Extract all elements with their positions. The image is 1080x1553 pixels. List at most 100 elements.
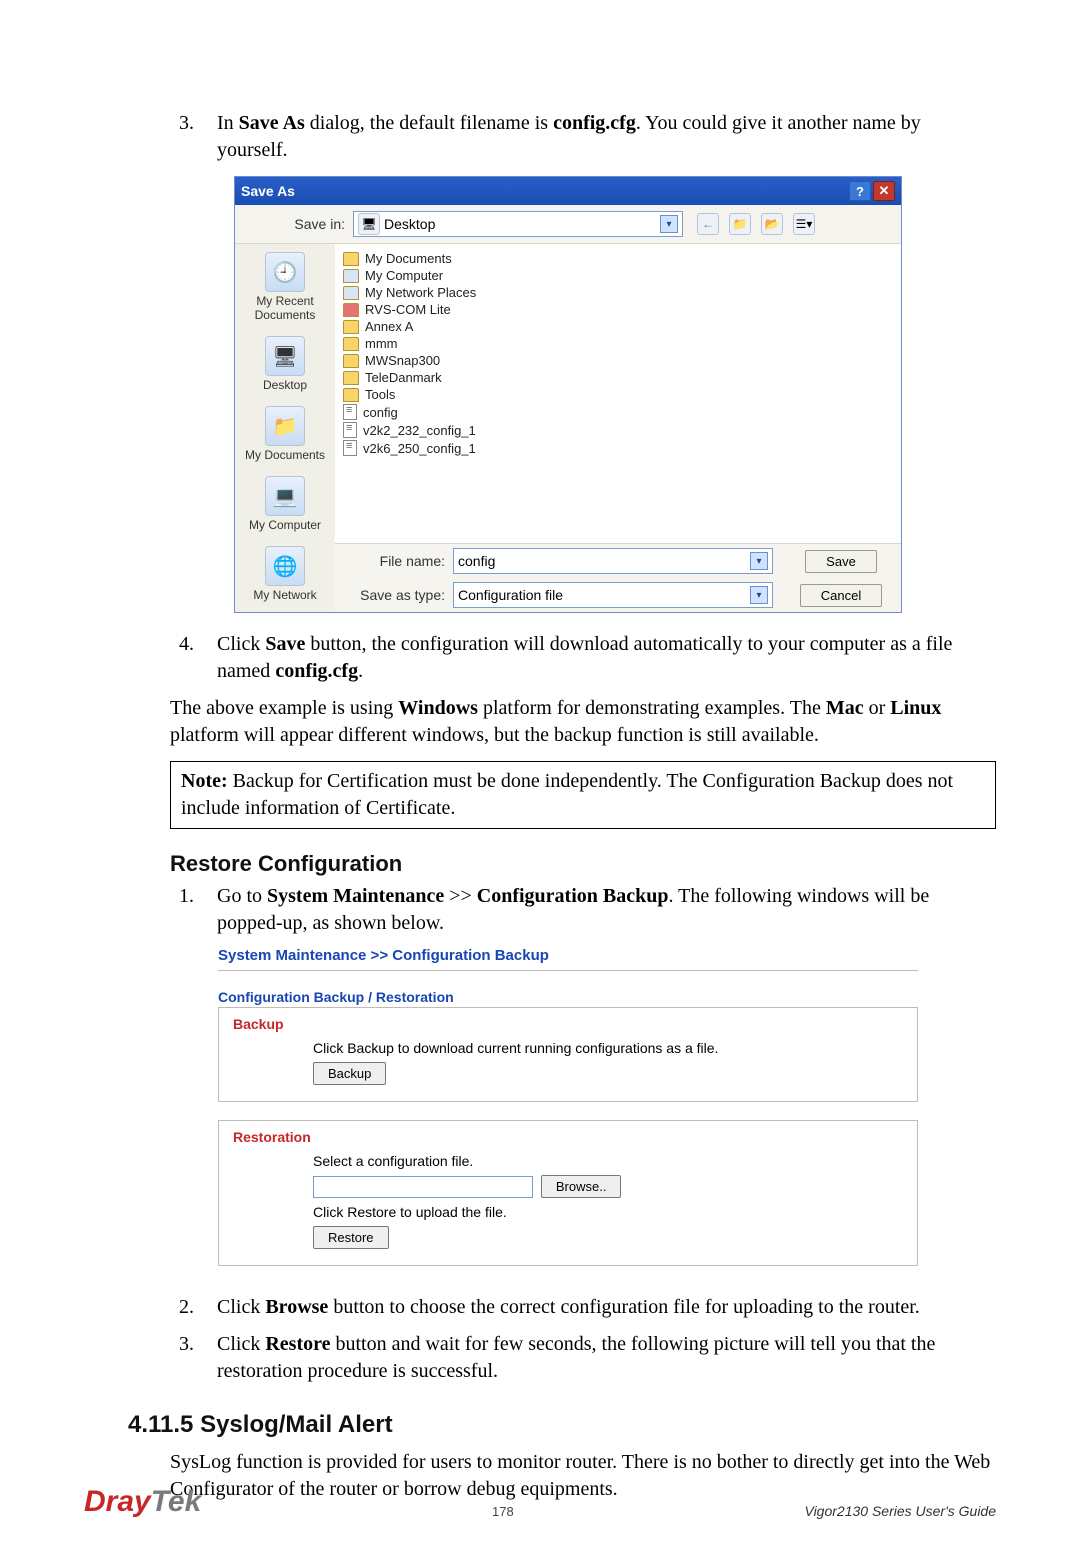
savetype-value: Configuration file	[458, 587, 563, 603]
saveas-dialog: Save As ? ✕ Save in: 🖥 Desktop ▾ ←	[234, 176, 902, 613]
file-row: My Computer	[343, 267, 893, 284]
file-row: Tools	[343, 386, 893, 403]
place-mycomp[interactable]: 💻 My Computer	[235, 476, 335, 542]
chevron-down-icon[interactable]: ▾	[750, 552, 768, 570]
list-item-restore2: Click Browse button to choose the correc…	[199, 1294, 996, 1321]
back-icon[interactable]: ←	[697, 213, 719, 235]
restoration-desc1: Select a configuration file.	[313, 1153, 903, 1169]
file-label: mmm	[365, 336, 398, 351]
close-button[interactable]: ✕	[873, 181, 895, 201]
restore-button[interactable]: Restore	[313, 1226, 389, 1249]
file-label: Tools	[365, 387, 395, 402]
r1-prefix: Go to	[217, 885, 267, 907]
place-desktop-label: Desktop	[235, 378, 335, 392]
step4-bold2: config.cfg	[275, 660, 358, 682]
filename-value: config	[458, 553, 495, 569]
file-label: My Documents	[365, 251, 452, 266]
backup-button[interactable]: Backup	[313, 1062, 386, 1085]
list-item-step3: In Save As dialog, the default filename …	[199, 110, 996, 164]
file-row: Annex A	[343, 318, 893, 335]
file-label: My Network Places	[365, 285, 476, 300]
file-row: v2k2_232_config_1	[343, 421, 893, 439]
ordered-list-restore: Go to System Maintenance >> Configuratio…	[84, 883, 996, 937]
saveas-titlebar: Save As ? ✕	[235, 177, 901, 205]
restoration-body: Select a configuration file. Browse.. Cl…	[313, 1153, 903, 1249]
ordered-list-1: In Save As dialog, the default filename …	[84, 110, 996, 164]
chevron-down-icon[interactable]: ▾	[750, 586, 768, 604]
place-recent[interactable]: 🕘 My Recent Documents	[235, 252, 335, 332]
step4-bold1: Save	[265, 633, 305, 655]
cancel-button[interactable]: Cancel	[800, 584, 882, 607]
list-item-step4: Click Save button, the configuration wil…	[199, 631, 996, 685]
folder-icon	[343, 252, 359, 266]
saveas-main: 🕘 My Recent Documents 🖥 Desktop 📁 My Doc…	[235, 243, 901, 612]
brand-logo: DrayTek	[84, 1485, 201, 1519]
logo-gray: Tek	[151, 1485, 202, 1518]
savein-value: Desktop	[384, 216, 435, 232]
folder-icon	[343, 354, 359, 368]
cfg-subtitle: Configuration Backup / Restoration	[218, 989, 918, 1005]
filename-label: File name:	[345, 553, 453, 569]
r3-prefix: Click	[217, 1333, 265, 1355]
page-number: 178	[492, 1504, 514, 1519]
step3-mid1: dialog, the default filename is	[305, 112, 553, 134]
step4-prefix: Click	[217, 633, 265, 655]
restore-heading: Restore Configuration	[170, 851, 996, 877]
saveas-nav-icons: ← 📁 📂 ☰▾	[697, 213, 815, 235]
file-label: config	[363, 405, 398, 420]
new-folder-icon[interactable]: 📂	[761, 213, 783, 235]
section-heading: 4.11.5 Syslog/Mail Alert	[128, 1411, 996, 1439]
file-row: TeleDanmark	[343, 369, 893, 386]
savein-combo[interactable]: 🖥 Desktop ▾	[353, 211, 683, 237]
place-mynet[interactable]: 🌐 My Network	[235, 546, 335, 612]
place-mydocs[interactable]: 📁 My Documents	[235, 406, 335, 472]
places-bar: 🕘 My Recent Documents 🖥 Desktop 📁 My Doc…	[235, 244, 335, 612]
browse-button[interactable]: Browse..	[541, 1175, 622, 1198]
folder-icon	[343, 371, 359, 385]
backup-title: Backup	[233, 1016, 903, 1032]
file-list[interactable]: My Documents My Computer My Network Plac…	[335, 244, 901, 543]
file-label: RVS-COM Lite	[365, 302, 451, 317]
cfg-breadcrumb: System Maintenance >> Configuration Back…	[218, 947, 918, 971]
plat-mid2: or	[864, 697, 891, 719]
computer-icon	[343, 269, 359, 283]
backup-body: Click Backup to download current running…	[313, 1040, 903, 1085]
file-row: mmm	[343, 335, 893, 352]
backup-desc: Click Backup to download current running…	[313, 1040, 903, 1056]
file-path-input[interactable]	[313, 1176, 533, 1198]
plat-suffix: platform will appear different windows, …	[170, 724, 819, 746]
save-button[interactable]: Save	[805, 550, 877, 573]
r1-bold1: System Maintenance	[267, 885, 444, 907]
folder-icon	[343, 337, 359, 351]
ordered-list-2: Click Save button, the configuration wil…	[84, 631, 996, 685]
close-icon: ✕	[879, 183, 890, 199]
saveas-bottom: File name: config ▾ Save Save as type:	[335, 543, 901, 612]
note-box: Note: Backup for Certification must be d…	[170, 761, 996, 829]
help-button[interactable]: ?	[849, 181, 871, 201]
filename-row: File name: config ▾ Save	[335, 544, 901, 578]
mynet-icon: 🌐	[265, 546, 305, 586]
step3-text-prefix: In	[217, 112, 239, 134]
filename-input[interactable]: config ▾	[453, 548, 773, 574]
file-row: MWSnap300	[343, 352, 893, 369]
savetype-combo[interactable]: Configuration file ▾	[453, 582, 773, 608]
plat-bold1: Windows	[398, 697, 478, 719]
step4-suffix: .	[358, 660, 363, 682]
up-one-level-icon[interactable]: 📁	[729, 213, 751, 235]
chevron-down-icon[interactable]: ▾	[660, 215, 678, 233]
platform-paragraph: The above example is using Windows platf…	[170, 695, 996, 749]
place-mynet-label: My Network	[235, 588, 335, 602]
file-row: v2k6_250_config_1	[343, 439, 893, 457]
folder-icon	[343, 320, 359, 334]
saveas-screenshot: Save As ? ✕ Save in: 🖥 Desktop ▾ ←	[234, 176, 996, 613]
savetype-label: Save as type:	[345, 587, 453, 603]
file-label: MWSnap300	[365, 353, 440, 368]
plat-bold3: Linux	[890, 697, 941, 719]
savetype-row: Save as type: Configuration file ▾ Cance…	[335, 578, 901, 612]
list-item-restore1: Go to System Maintenance >> Configuratio…	[199, 883, 996, 937]
plat-bold2: Mac	[826, 697, 864, 719]
config-file-icon	[343, 440, 357, 456]
place-desktop[interactable]: 🖥 Desktop	[235, 336, 335, 402]
r2-bold1: Browse	[265, 1296, 328, 1318]
views-icon[interactable]: ☰▾	[793, 213, 815, 235]
